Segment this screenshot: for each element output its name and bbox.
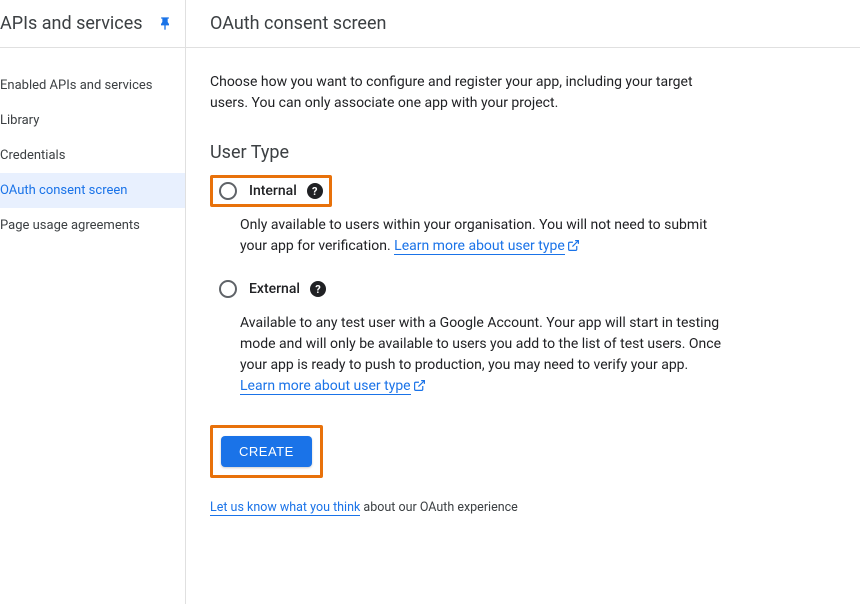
- sidebar-item-library[interactable]: Library: [0, 103, 185, 138]
- feedback-suffix: about our OAuth experience: [360, 500, 517, 515]
- radio-option-external-row: External ?: [210, 273, 722, 305]
- external-link-icon: [567, 239, 580, 252]
- intro-text: Choose how you want to configure and reg…: [210, 72, 722, 114]
- help-icon[interactable]: ?: [307, 183, 323, 199]
- sidebar: APIs and services Enabled APIs and servi…: [0, 0, 186, 604]
- create-row: CREATE: [210, 425, 722, 478]
- learn-more-internal-link[interactable]: Learn more about user type: [394, 238, 565, 255]
- feedback-row: Let us know what you think about our OAu…: [210, 500, 722, 515]
- sidebar-title: APIs and services: [0, 13, 143, 34]
- desc-text: Available to any test user with a Google…: [240, 315, 721, 373]
- sidebar-item-label: Page usage agreements: [0, 218, 140, 233]
- highlight-create: CREATE: [210, 425, 323, 478]
- learn-more-external-link[interactable]: Learn more about user type: [240, 378, 411, 395]
- sidebar-item-label: Enabled APIs and services: [0, 78, 153, 93]
- sidebar-item-label: Credentials: [0, 148, 65, 163]
- create-button[interactable]: CREATE: [221, 436, 312, 467]
- sidebar-item-credentials[interactable]: Credentials: [0, 138, 185, 173]
- internal-description: Only available to users within your orga…: [240, 215, 722, 257]
- sidebar-item-label: OAuth consent screen: [0, 183, 127, 198]
- feedback-link[interactable]: Let us know what you think: [210, 500, 360, 516]
- highlight-internal: Internal ?: [210, 175, 332, 207]
- pin-icon[interactable]: [157, 16, 173, 32]
- external-description: Available to any test user with a Google…: [240, 313, 722, 397]
- radio-internal-label: Internal: [249, 183, 297, 199]
- help-icon[interactable]: ?: [310, 281, 326, 297]
- sidebar-header: APIs and services: [0, 0, 185, 48]
- radio-internal[interactable]: [219, 182, 237, 200]
- sidebar-item-enabled-apis[interactable]: Enabled APIs and services: [0, 68, 185, 103]
- sidebar-item-page-usage[interactable]: Page usage agreements: [0, 208, 185, 243]
- external-link-icon: [413, 379, 426, 392]
- main-body: Choose how you want to configure and reg…: [186, 48, 746, 539]
- radio-external-label: External: [249, 281, 300, 297]
- radio-external[interactable]: [219, 280, 237, 298]
- link-text: Learn more about user type: [240, 378, 411, 394]
- main-header: OAuth consent screen: [186, 0, 860, 48]
- user-type-heading: User Type: [210, 142, 722, 163]
- link-text: Learn more about user type: [394, 238, 565, 254]
- main-content: OAuth consent screen Choose how you want…: [186, 0, 860, 604]
- sidebar-nav: Enabled APIs and services Library Creden…: [0, 48, 185, 243]
- sidebar-item-oauth-consent[interactable]: OAuth consent screen: [0, 173, 185, 208]
- page-title: OAuth consent screen: [210, 13, 386, 34]
- sidebar-item-label: Library: [0, 113, 39, 128]
- radio-option-internal-row: Internal ?: [210, 175, 722, 207]
